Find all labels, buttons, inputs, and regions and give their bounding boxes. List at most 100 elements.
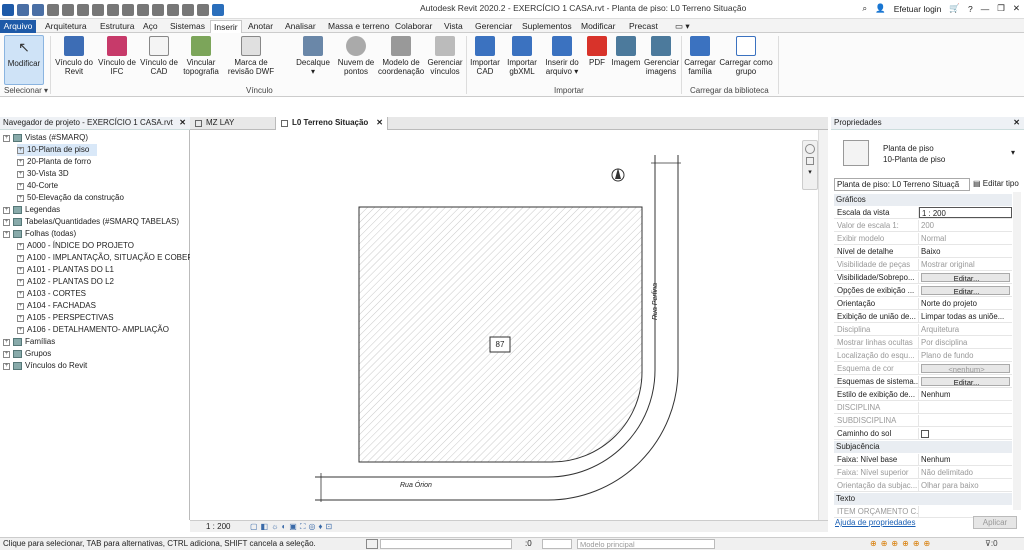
- expand-toggle-icon[interactable]: +: [3, 218, 10, 226]
- expand-toggle-icon[interactable]: +: [17, 314, 24, 322]
- cad-link-button[interactable]: Vínculo de CAD: [139, 35, 179, 76]
- browser-item[interactable]: + Famílias: [3, 336, 55, 348]
- property-value[interactable]: Plano de fundo: [919, 350, 1012, 361]
- expand-toggle-icon[interactable]: +: [3, 134, 10, 142]
- save-icon[interactable]: [32, 3, 44, 16]
- text-icon[interactable]: [137, 3, 149, 16]
- property-row[interactable]: Orientação Norte do projeto: [834, 298, 1012, 310]
- image-button[interactable]: Imagem: [611, 35, 641, 67]
- expand-toggle-icon[interactable]: +: [3, 206, 10, 214]
- property-row[interactable]: Escala da vista 1 : 200: [834, 207, 1012, 219]
- undo-icon[interactable]: [62, 3, 74, 16]
- close-browser-icon[interactable]: ✕: [179, 117, 186, 129]
- tab-estrutura[interactable]: Estrutura: [97, 20, 138, 33]
- browser-item[interactable]: + A104 - FACHADAS: [17, 300, 96, 312]
- thin-lines-icon[interactable]: [182, 3, 194, 16]
- design-option-field[interactable]: [542, 539, 572, 549]
- property-value[interactable]: Normal: [919, 233, 1012, 244]
- steering-wheel-icon[interactable]: [805, 144, 815, 154]
- revit-logo-icon[interactable]: [2, 3, 14, 16]
- vertical-scrollbar[interactable]: [818, 130, 828, 520]
- login-link[interactable]: Efetuar login: [894, 4, 942, 14]
- close-tab-icon[interactable]: ✕: [376, 117, 383, 129]
- tab-analisar[interactable]: Analisar: [282, 20, 319, 33]
- tab-gerenciar[interactable]: Gerenciar: [472, 20, 515, 33]
- expand-toggle-icon[interactable]: +: [3, 230, 10, 238]
- property-row[interactable]: Estilo de exibição de... Nenhum: [834, 389, 1012, 401]
- navbar-more-icon[interactable]: ▾: [803, 168, 817, 176]
- browser-item[interactable]: + Folhas (todas): [3, 228, 76, 240]
- measure-icon[interactable]: [107, 3, 119, 16]
- browser-item[interactable]: + A106 - DETALHAMENTO- AMPLIAÇÃO: [17, 324, 169, 336]
- tab-arquitetura[interactable]: Arquitetura: [42, 20, 90, 33]
- 3d-view-icon[interactable]: [152, 3, 164, 16]
- property-value[interactable]: Arquitetura: [919, 324, 1012, 335]
- browser-item[interactable]: + Vistas (#SMARQ): [3, 132, 88, 144]
- property-row[interactable]: Exibir modelo Normal: [834, 233, 1012, 245]
- panel-toggle-icon[interactable]: ▭ ▾: [672, 20, 693, 33]
- browser-item[interactable]: + Vínculos do Revit: [3, 360, 87, 372]
- browser-item[interactable]: + Grupos: [3, 348, 51, 360]
- browser-item[interactable]: + A000 - ÍNDICE DO PROJETO: [17, 240, 134, 252]
- browser-item[interactable]: +20-Planta de forro: [17, 156, 91, 168]
- property-row[interactable]: Visibilidade/Sobrepo... Editar...: [834, 272, 1012, 284]
- expand-toggle-icon[interactable]: +: [17, 278, 24, 286]
- tab-inserir[interactable]: Inserir: [210, 20, 242, 33]
- redo-icon[interactable]: [77, 3, 89, 16]
- tab-massa-terreno[interactable]: Massa e terreno: [325, 20, 392, 33]
- tab-anotar[interactable]: Anotar: [245, 20, 276, 33]
- workset-dropdown[interactable]: [380, 539, 512, 549]
- drawing-canvas[interactable]: 87 Rua Órion Rua Perfina: [190, 130, 818, 520]
- insert-from-file-button[interactable]: Inserir do arquivo ▾: [543, 35, 581, 76]
- property-edit-button[interactable]: Editar...: [921, 377, 1010, 386]
- property-value[interactable]: Por disciplina: [919, 337, 1012, 348]
- type-dropdown-icon[interactable]: ▾: [1011, 148, 1015, 157]
- property-row[interactable]: Disciplina Arquitetura: [834, 324, 1012, 336]
- tab-precast[interactable]: Precast: [626, 20, 661, 33]
- properties-help-link[interactable]: Ajuda de propriedades: [835, 518, 916, 527]
- dimension-icon[interactable]: [122, 3, 134, 16]
- expand-toggle-icon[interactable]: +: [17, 302, 24, 310]
- property-value[interactable]: Nenhum: [919, 389, 1012, 400]
- browser-item[interactable]: +30-Vista 3D: [17, 168, 69, 180]
- manage-images-button[interactable]: Gerenciar imagens: [644, 35, 679, 76]
- design-options-dropdown[interactable]: Modelo principal: [577, 539, 715, 549]
- section-icon[interactable]: [167, 3, 179, 16]
- decal-button[interactable]: Decalque ▾: [293, 35, 333, 76]
- property-row[interactable]: Mostrar linhas ocultas Por disciplina: [834, 337, 1012, 349]
- close-icon[interactable]: ✕: [1013, 3, 1020, 14]
- property-edit-button[interactable]: Editar...: [921, 286, 1010, 295]
- open-icon[interactable]: [17, 3, 29, 16]
- help-icon[interactable]: ?: [968, 4, 973, 14]
- tab-sistemas[interactable]: Sistemas: [167, 20, 208, 33]
- load-family-button[interactable]: Carregar família: [684, 35, 716, 76]
- expand-toggle-icon[interactable]: +: [17, 242, 24, 250]
- browser-item[interactable]: +40-Corte: [17, 180, 58, 192]
- sun-path-checkbox[interactable]: [921, 430, 929, 438]
- property-row[interactable]: Visibilidade de peças Mostrar original: [834, 259, 1012, 271]
- property-value[interactable]: Não delimitado: [919, 467, 1012, 478]
- minimize-icon[interactable]: —: [981, 4, 990, 14]
- lot-number[interactable]: 87: [490, 340, 510, 349]
- select-dropdown[interactable]: Selecionar ▾: [4, 86, 48, 95]
- property-row[interactable]: Esquemas de sistema... Editar...: [834, 376, 1012, 388]
- property-row[interactable]: Opções de exibição ... Editar...: [834, 285, 1012, 297]
- property-edit-button[interactable]: <nenhum>: [921, 364, 1010, 373]
- property-value[interactable]: Mostrar original: [919, 259, 1012, 270]
- tab-view-mz-lay[interactable]: MZ LAY: [190, 117, 276, 130]
- binoculars-icon[interactable]: ⌕: [862, 3, 867, 14]
- property-value[interactable]: 1 : 200: [919, 207, 1012, 218]
- link-topography-button[interactable]: Vincular topografia: [180, 35, 222, 76]
- browser-item[interactable]: +50-Elevação da construção: [17, 192, 124, 204]
- point-cloud-button[interactable]: Nuvem de pontos: [336, 35, 376, 76]
- instance-selector[interactable]: Planta de piso: L0 Terreno Situaçã: [834, 178, 970, 191]
- selection-toggle-icons[interactable]: ⊕⊕⊕⊕⊕⊕: [870, 538, 934, 550]
- property-value[interactable]: Nenhum: [919, 454, 1012, 465]
- property-edit-button[interactable]: Editar...: [921, 273, 1010, 282]
- property-row[interactable]: Valor de escala 1: 200: [834, 220, 1012, 232]
- status-pick-icon[interactable]: [366, 539, 378, 549]
- expand-toggle-icon[interactable]: +: [17, 254, 24, 262]
- navigation-bar[interactable]: ▾: [802, 140, 818, 190]
- tab-view-l0-terreno[interactable]: L0 Terreno Situação ✕: [276, 117, 388, 130]
- tab-vista[interactable]: Vista: [441, 20, 466, 33]
